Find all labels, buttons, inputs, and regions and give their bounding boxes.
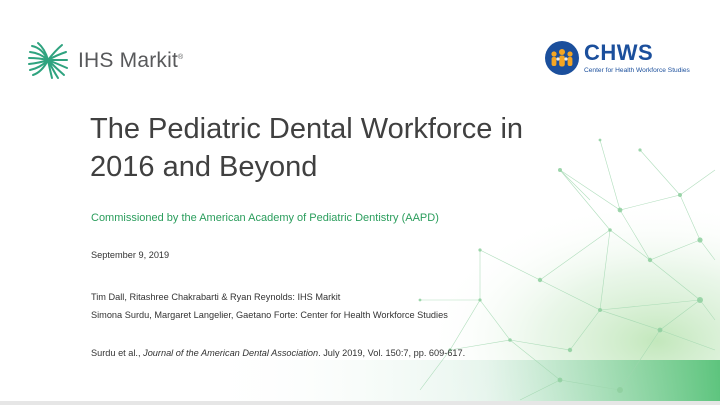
authors-ihs-markit: Tim Dall, Ritashree Chakrabarti & Ryan R… xyxy=(91,292,341,302)
citation-journal-name: Journal of the American Dental Associati… xyxy=(143,348,319,358)
registered-mark: ® xyxy=(178,54,184,61)
presentation-date: September 9, 2019 xyxy=(91,250,170,260)
chws-full-name: Center for Health Workforce Studies xyxy=(584,67,690,74)
journal-citation: Surdu et al., Journal of the American De… xyxy=(91,348,465,358)
chws-wordmark: CHWS xyxy=(584,40,654,65)
slide: IHS Markit® CHWS Center for Health Workf… xyxy=(0,0,720,405)
authors-chws: Simona Surdu, Margaret Langelier, Gaetan… xyxy=(91,310,448,320)
ihs-markit-logo: IHS Markit® xyxy=(28,40,198,80)
citation-authors: Surdu et al., xyxy=(91,348,144,358)
slide-title-line-2: 2016 and Beyond xyxy=(90,151,318,183)
ihs-markit-globe-icon xyxy=(28,42,68,79)
chws-people-icon xyxy=(545,41,579,75)
citation-volume-pages: . July 2019, Vol. 150:7, pp. 609-617. xyxy=(318,348,466,358)
ihs-markit-wordmark: IHS Markit® xyxy=(78,49,183,73)
slide-title-line-1: The Pediatric Dental Workforce in xyxy=(90,113,524,145)
ihs-markit-name: IHS Markit xyxy=(78,49,179,72)
commissioned-by-subtitle: Commissioned by the American Academy of … xyxy=(91,212,439,224)
slide-title: The Pediatric Dental Workforce in 2016 a… xyxy=(90,110,630,186)
chws-logo: CHWS Center for Health Workforce Studies xyxy=(544,40,694,80)
bottom-border xyxy=(0,401,720,405)
